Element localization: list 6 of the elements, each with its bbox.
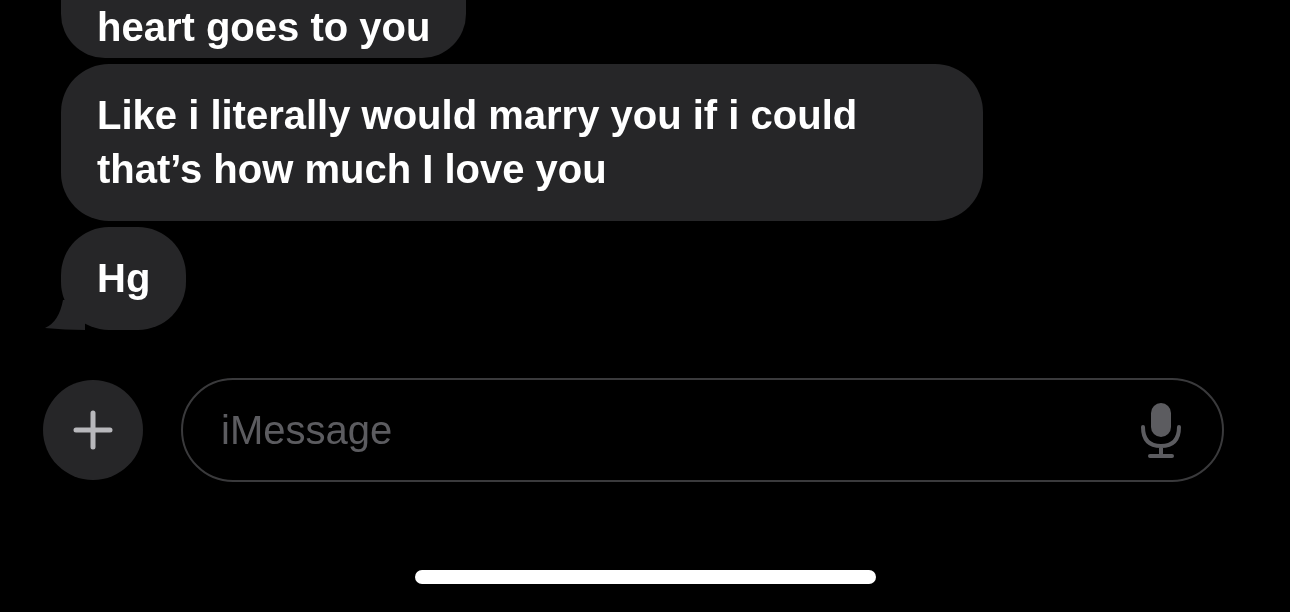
message-field[interactable]: iMessage — [181, 378, 1224, 482]
message-bubble: heart goes to you — [61, 0, 467, 58]
bubble-tail — [45, 300, 85, 330]
plus-icon — [73, 410, 113, 450]
microphone-icon[interactable] — [1140, 401, 1182, 459]
message-bubble: Like i literally would marry you if i could that’s how much I love you — [61, 64, 983, 221]
